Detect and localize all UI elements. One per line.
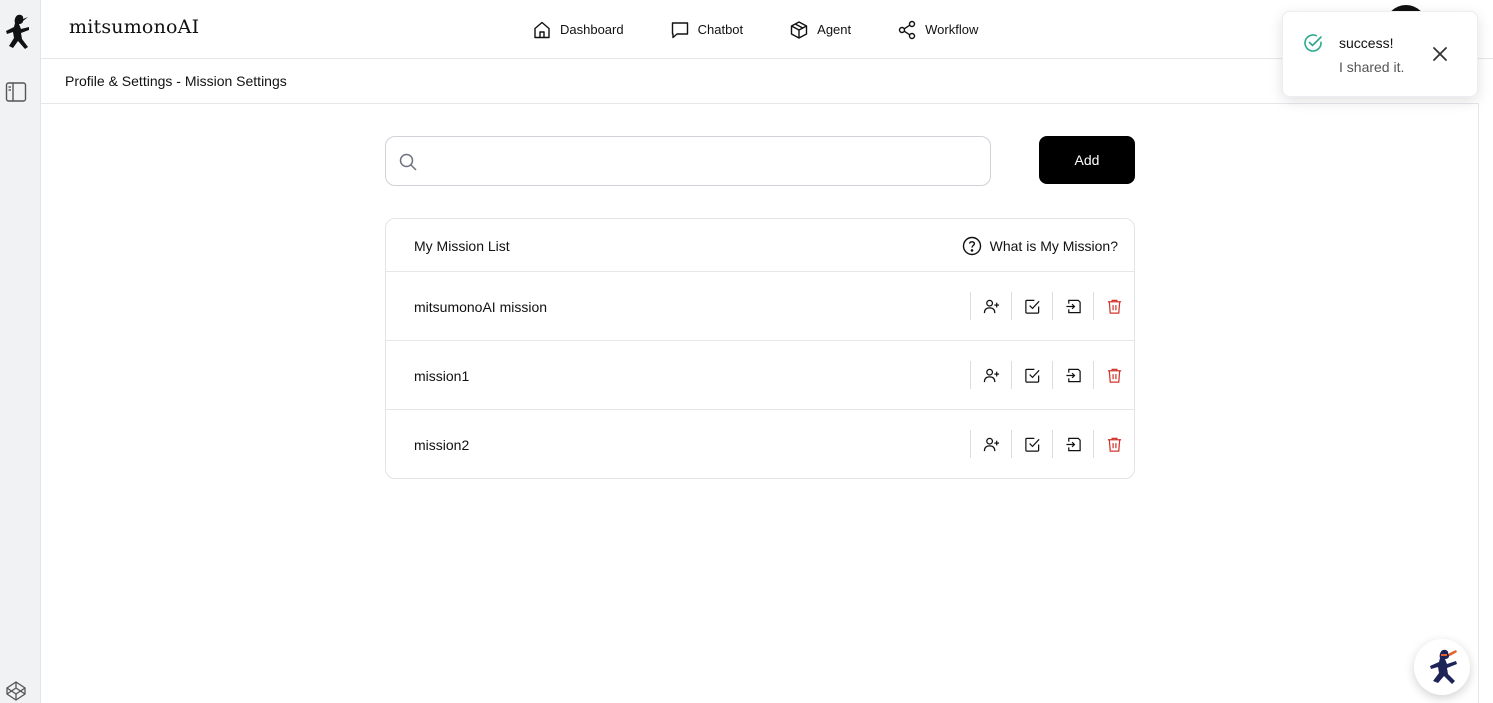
trash-icon [1107, 368, 1121, 383]
enter-mission-button[interactable] [1052, 361, 1093, 389]
codepen-icon[interactable] [5, 680, 27, 702]
toast-title: success! [1339, 35, 1394, 51]
select-mission-button[interactable] [1011, 361, 1052, 389]
content-divider [1478, 104, 1479, 703]
box-icon [790, 20, 808, 39]
select-mission-button[interactable] [1011, 430, 1052, 458]
nav-dashboard-label: Dashboard [560, 22, 624, 37]
search-input[interactable] [430, 137, 980, 185]
nav-workflow[interactable]: Workflow [897, 20, 978, 40]
trash-icon [1107, 437, 1121, 452]
help-circle-icon [962, 236, 981, 256]
user-plus-icon [983, 299, 999, 313]
check-square-icon [1024, 368, 1040, 383]
select-mission-button[interactable] [1011, 292, 1052, 320]
delete-mission-button[interactable] [1093, 361, 1134, 389]
add-mission-button[interactable]: Add [1039, 136, 1135, 184]
user-plus-icon [983, 368, 999, 382]
main-nav: Dashboard Chatbot Agent Workflow [532, 0, 1024, 59]
nav-chatbot[interactable]: Chatbot [670, 20, 744, 40]
mission-row[interactable]: mitsumonoAI mission [386, 272, 1134, 341]
mission-actions [970, 361, 1134, 389]
help-label: What is My Mission? [989, 238, 1118, 254]
left-rail [0, 0, 41, 703]
nav-agent[interactable]: Agent [789, 20, 851, 40]
mission-row[interactable]: mission2 [386, 410, 1134, 478]
delete-mission-button[interactable] [1093, 430, 1134, 458]
add-member-button[interactable] [970, 361, 1011, 389]
trash-icon [1107, 299, 1121, 314]
page-subheader: Profile & Settings - Mission Settings [41, 59, 1479, 104]
success-toast: success! I shared it. [1282, 11, 1478, 97]
mission-actions [970, 292, 1134, 320]
ninja-mascot-icon [1430, 649, 1457, 684]
search-box[interactable] [385, 136, 991, 186]
search-icon [399, 153, 417, 171]
share-icon [898, 20, 916, 39]
mission-row[interactable]: mission1 [386, 341, 1134, 410]
what-is-my-mission-link[interactable]: What is My Mission? [962, 236, 1118, 256]
nav-dashboard[interactable]: Dashboard [532, 20, 624, 40]
mission-list-title: My Mission List [414, 238, 510, 254]
sidebar-toggle-icon[interactable] [5, 81, 27, 103]
mission-actions [970, 430, 1134, 458]
check-square-icon [1024, 437, 1040, 452]
breadcrumb: Profile & Settings - Mission Settings [65, 73, 287, 89]
close-icon[interactable] [1430, 44, 1450, 64]
chat-icon [671, 21, 688, 38]
delete-mission-button[interactable] [1093, 292, 1134, 320]
mission-list-card: My Mission List What is My Mission? mits… [385, 218, 1135, 479]
mission-name: mitsumonoAI mission [414, 299, 548, 315]
login-icon [1065, 368, 1081, 382]
login-icon [1065, 299, 1081, 313]
ninja-logo-icon[interactable] [2, 12, 34, 52]
assistant-button[interactable] [1414, 639, 1470, 695]
top-header: mitsumonoAI Dashboard Chatbot Agent Work… [41, 0, 1493, 59]
brand-logo-text[interactable]: mitsumonoAI [69, 16, 199, 38]
nav-agent-label: Agent [817, 22, 852, 37]
enter-mission-button[interactable] [1052, 292, 1093, 320]
check-square-icon [1024, 299, 1040, 314]
add-member-button[interactable] [970, 292, 1011, 320]
mission-name: mission2 [414, 437, 470, 453]
home-icon [534, 21, 550, 38]
nav-chatbot-label: Chatbot [697, 22, 744, 37]
check-circle-icon [1304, 34, 1322, 52]
mission-list-header: My Mission List What is My Mission? [386, 219, 1134, 272]
nav-workflow-label: Workflow [925, 22, 979, 37]
mission-name: mission1 [414, 368, 470, 384]
enter-mission-button[interactable] [1052, 430, 1093, 458]
user-plus-icon [983, 437, 999, 451]
toast-message: I shared it. [1339, 59, 1405, 75]
login-icon [1065, 437, 1081, 451]
add-member-button[interactable] [970, 430, 1011, 458]
